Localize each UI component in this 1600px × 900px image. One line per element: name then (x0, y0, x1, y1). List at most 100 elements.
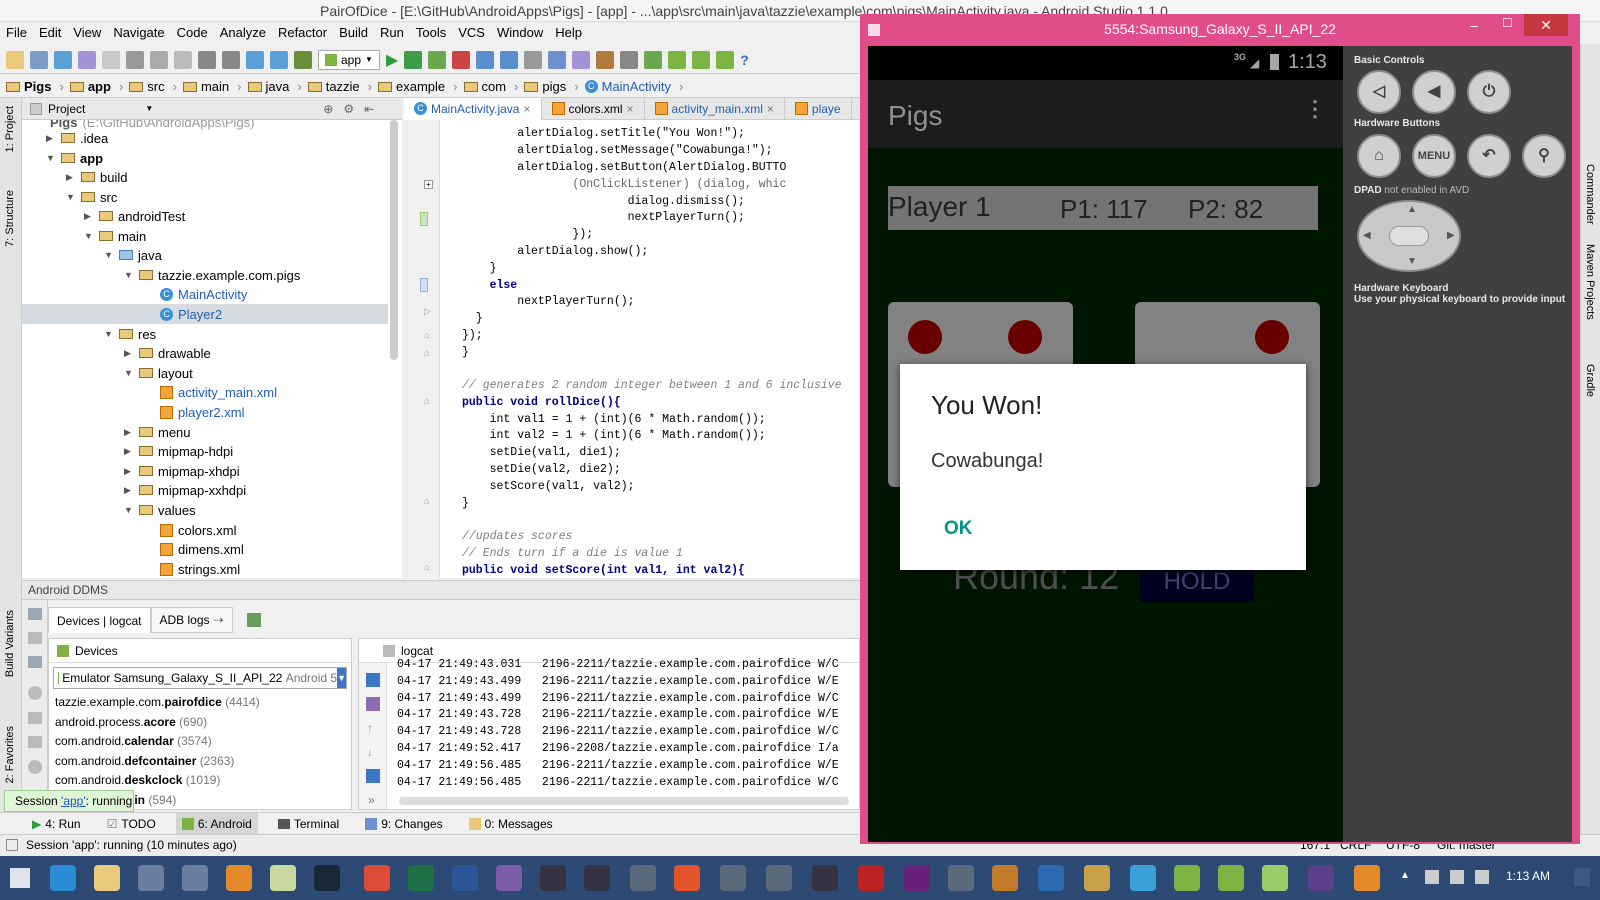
chevron-down-icon[interactable]: ▼ (337, 668, 346, 688)
menu-refactor[interactable]: Refactor (272, 22, 333, 44)
tree-item[interactable]: activity_main.xml (160, 382, 277, 402)
favorites-tool-tab[interactable]: 2: Favorites (4, 726, 16, 783)
tree-item[interactable]: ▶ build (66, 167, 127, 187)
power-icon[interactable]: ⏻ (1467, 70, 1511, 114)
app-icon[interactable] (584, 865, 610, 891)
restore-layout-icon[interactable] (246, 613, 261, 627)
find-icon[interactable] (198, 50, 216, 69)
dpad[interactable]: ▲ ▼ ◀ ▶ (1357, 200, 1461, 272)
app-icon[interactable] (1354, 865, 1380, 891)
avd-manager-icon[interactable] (668, 50, 687, 69)
tree-item[interactable]: ▼ src (66, 187, 117, 207)
dpad-down-icon[interactable]: ▼ (1407, 256, 1417, 267)
scroll-from-source-icon[interactable]: ⊕ (323, 102, 333, 116)
app-icon[interactable] (948, 865, 974, 891)
process-item[interactable]: com.android.defcontainer (2363) (49, 752, 351, 772)
menu-file[interactable]: File (0, 22, 33, 44)
tree-item[interactable]: ▼ main (84, 226, 146, 246)
crumb-pigs[interactable]: Pigs (6, 79, 64, 94)
save-icon[interactable] (30, 50, 48, 69)
back-icon[interactable]: ↶ (1467, 134, 1511, 178)
tool-icon[interactable] (182, 865, 208, 891)
home-icon[interactable]: ⌂ (1357, 134, 1401, 178)
gc-icon[interactable] (28, 686, 42, 700)
vcs-commit-icon[interactable] (500, 50, 519, 69)
tree-item[interactable]: strings.xml (160, 559, 240, 578)
copy-icon[interactable] (150, 50, 168, 69)
chevron-down-icon[interactable]: ▼ (145, 104, 153, 113)
menu-analyze[interactable]: Analyze (214, 22, 272, 44)
replace-icon[interactable] (222, 50, 240, 69)
steam-icon[interactable] (314, 865, 340, 891)
dialog-ok-button[interactable]: OK (944, 518, 973, 540)
app-icon[interactable] (992, 865, 1018, 891)
crumb-example[interactable]: example (378, 79, 457, 94)
dpad-up-icon[interactable]: ▲ (1407, 204, 1417, 215)
tree-item[interactable]: ▼ values (124, 500, 196, 520)
run-icon[interactable]: ▶ (386, 50, 398, 70)
hide-panel-icon[interactable]: ⇤ (364, 102, 374, 116)
clear-log-icon[interactable] (366, 673, 380, 687)
device-select[interactable]: Emulator Samsung_Galaxy_S_II_API_22 Andr… (53, 667, 347, 689)
calculator-icon[interactable] (138, 865, 164, 891)
volume-icon[interactable] (1475, 870, 1489, 884)
tree-item[interactable]: ▶ drawable (124, 343, 211, 363)
app-icon[interactable] (1038, 865, 1064, 891)
fold-icon[interactable]: ⌂ (424, 562, 429, 572)
close-icon[interactable]: ✕ (1524, 14, 1568, 36)
app-icon[interactable] (630, 865, 656, 891)
menu-vcs[interactable]: VCS (452, 22, 491, 44)
process-item[interactable]: com.android.calendar (3574) (49, 732, 351, 752)
close-icon[interactable]: × (767, 102, 774, 116)
close-icon[interactable]: × (627, 102, 634, 116)
debug-icon[interactable] (404, 50, 423, 69)
stop-icon[interactable] (452, 50, 471, 69)
menu-run[interactable]: Run (374, 22, 410, 44)
crumb-src[interactable]: src (129, 79, 177, 94)
app-icon[interactable] (1130, 865, 1156, 891)
undo-icon[interactable] (78, 50, 96, 69)
toggle-tool-windows-icon[interactable] (6, 839, 18, 851)
tree-item[interactable]: ▼ app (46, 148, 103, 168)
tab-adb-logs[interactable]: ADB logs ⇢ (150, 607, 233, 633)
ie-icon[interactable] (50, 865, 76, 891)
scroll-to-end-icon[interactable] (366, 697, 380, 711)
app-icon[interactable] (674, 865, 700, 891)
notepad-icon[interactable] (270, 865, 296, 891)
fold-icon[interactable]: ▷ (424, 306, 431, 317)
gradle-tool-tab[interactable]: Gradle (1584, 364, 1596, 397)
tree-item[interactable]: ▶ mipmap-xxhdpi (124, 480, 246, 500)
project-view-select[interactable]: Project (48, 102, 85, 116)
app-icon[interactable] (720, 865, 746, 891)
up-arrow-icon[interactable]: ↑ (367, 721, 373, 735)
monitor-icon[interactable] (716, 50, 735, 69)
menu-code[interactable]: Code (171, 22, 214, 44)
dump-icon[interactable] (28, 632, 42, 644)
menu-edit[interactable]: Edit (33, 22, 67, 44)
volume-up-icon[interactable]: ◀ (1412, 70, 1456, 114)
horizontal-scrollbar[interactable] (399, 797, 849, 805)
settings-icon[interactable] (596, 50, 615, 69)
redo-icon[interactable] (102, 50, 120, 69)
tree-item[interactable]: dimens.xml (160, 539, 244, 559)
fold-icon[interactable]: ⌂ (424, 330, 429, 340)
tree-item-selected[interactable]: C Player2 (22, 304, 388, 324)
vcs-history-icon[interactable] (524, 50, 543, 69)
settings-app-icon[interactable] (226, 865, 252, 891)
tab-todo[interactable]: ☑ TODO (101, 813, 162, 835)
threads-icon[interactable] (28, 712, 42, 724)
tray-expand-icon[interactable]: ▲ (1400, 870, 1410, 881)
tab-activity-main-xml[interactable]: activity_main.xml × (645, 97, 785, 120)
revert-icon[interactable] (572, 50, 591, 69)
hprof-icon[interactable] (28, 656, 42, 668)
filezilla-icon[interactable] (858, 865, 884, 891)
heap-icon[interactable] (28, 736, 42, 748)
tab-mainactivity[interactable]: C MainActivity.java × (404, 97, 542, 120)
start-icon[interactable] (10, 868, 30, 888)
crumb-app[interactable]: app (69, 79, 123, 94)
tab-messages[interactable]: 0: Messages (463, 813, 559, 835)
crumb-pigs-package[interactable]: pigs (524, 79, 578, 94)
tab-changes[interactable]: 9: Changes (359, 813, 448, 835)
tab-terminal[interactable]: Terminal (272, 813, 345, 835)
attach-debugger-icon[interactable] (428, 50, 447, 69)
